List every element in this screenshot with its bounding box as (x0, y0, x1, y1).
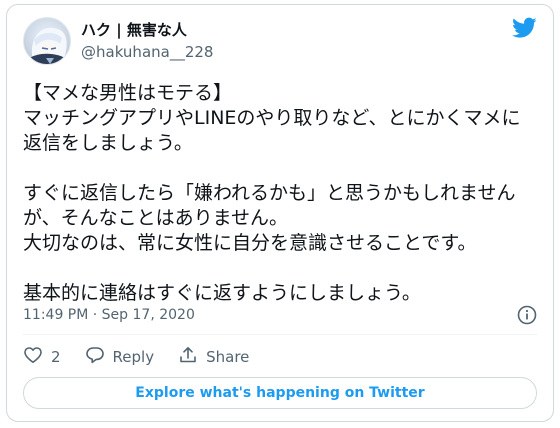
info-icon[interactable] (517, 305, 537, 325)
tweet-actions: 2 Reply Share (23, 343, 249, 371)
reply-bubble-icon (85, 345, 105, 369)
divider (23, 334, 537, 335)
tweet-timestamp[interactable]: 11:49 PM · Sep 17, 2020 (23, 307, 195, 323)
like-button[interactable]: 2 (23, 345, 61, 369)
tweet-header: ハク | 無害な人 @hakuhana__228 (23, 17, 537, 65)
like-count: 2 (51, 348, 61, 366)
avatar[interactable] (23, 17, 71, 65)
heart-icon (23, 345, 43, 369)
share-icon (178, 345, 198, 369)
reply-label: Reply (112, 348, 155, 366)
reply-button[interactable]: Reply (85, 345, 155, 369)
share-label: Share (206, 348, 250, 366)
twitter-bird-icon[interactable] (512, 17, 537, 39)
author-handle[interactable]: @hakuhana__228 (81, 42, 213, 62)
explore-twitter-button[interactable]: Explore what's happening on Twitter (23, 377, 537, 409)
tweet-meta: 11:49 PM · Sep 17, 2020 (23, 304, 537, 326)
author-display-name[interactable]: ハク | 無害な人 (81, 20, 213, 40)
tweet-card: ハク | 無害な人 @hakuhana__228 【マメな男性はモテる】 マッチ… (6, 4, 554, 422)
share-button[interactable]: Share (178, 345, 249, 369)
tweet-text: 【マメな男性はモテる】 マッチングアプリやLINEのやり取りなど、とにかくマメに… (23, 82, 521, 304)
author-names: ハク | 無害な人 @hakuhana__228 (81, 20, 213, 62)
avatar-illustration-icon (28, 27, 68, 64)
